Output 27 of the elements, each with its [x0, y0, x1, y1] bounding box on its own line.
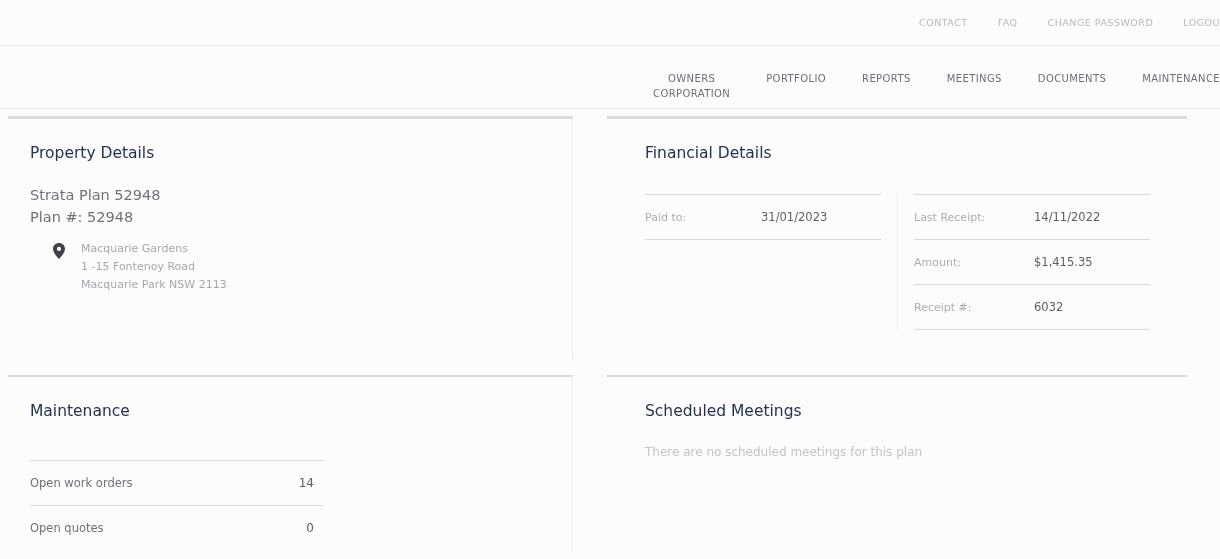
section-title: Maintenance: [30, 402, 131, 420]
section-title: Property Details: [30, 144, 156, 162]
field-value: $1,415.35: [1034, 255, 1093, 269]
section-title: Financial Details: [645, 144, 773, 162]
row-label: Open quotes: [30, 521, 104, 535]
row-count: 14: [298, 476, 314, 490]
row-label: Open work orders: [30, 476, 133, 490]
field-value: 6032: [1034, 300, 1064, 314]
field-label: Last Receipt:: [914, 210, 987, 224]
section-title: Scheduled Meetings: [645, 402, 803, 420]
field-label: Paid to:: [645, 210, 688, 224]
field-value: 14/11/2022: [1034, 210, 1101, 224]
field-label: Receipt #:: [914, 300, 973, 314]
plan-number: Plan #: 52948: [30, 208, 135, 227]
row-count: 0: [306, 521, 314, 535]
field-label: Amount:: [914, 255, 962, 269]
plan-name: Strata Plan 52948: [30, 186, 162, 205]
nav-tab[interactable]: OWNERS CORPORATION: [653, 71, 731, 101]
field-value: 31/01/2023: [761, 210, 828, 224]
nav-tab[interactable]: MAINTENANCE: [1142, 71, 1220, 86]
map-pin-icon: [53, 243, 65, 259]
address: Macquarie Gardens 1 -15 Fontenoy Road Macquarie Park NSW 2113: [81, 241, 227, 293]
nav-tab[interactable]: DOCUMENTS: [1037, 71, 1107, 86]
nav-tab[interactable]: MEETINGS: [946, 71, 1002, 86]
nav-tab[interactable]: PORTFOLIO: [766, 71, 827, 86]
empty-message: There are no scheduled meetings for this plan: [645, 445, 924, 459]
nav-tab[interactable]: REPORTS: [862, 71, 911, 86]
